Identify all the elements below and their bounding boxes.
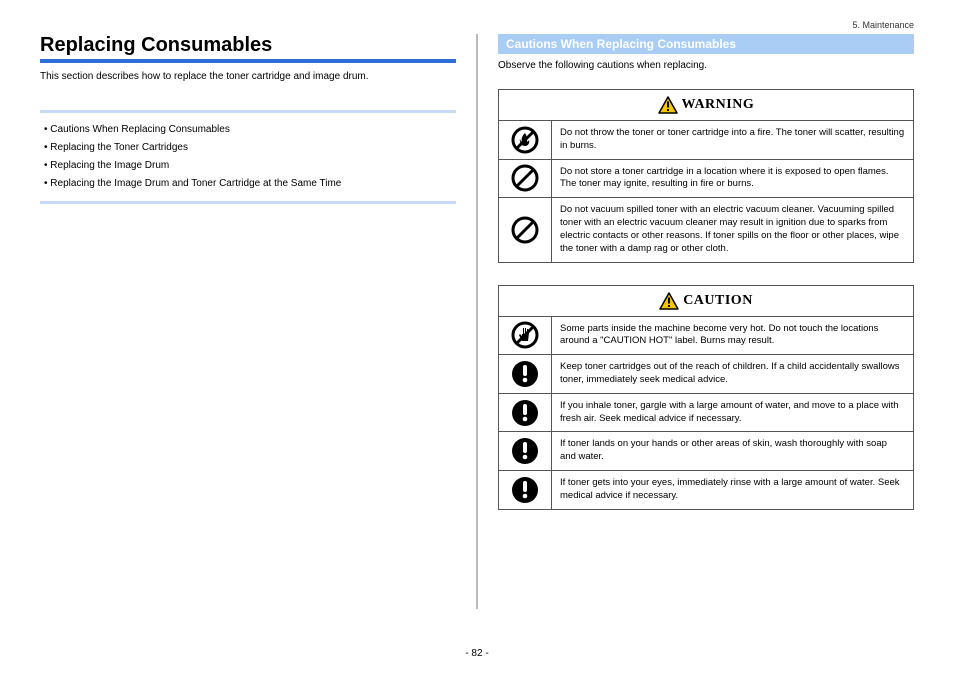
toc-top-rule <box>40 110 456 113</box>
caution-text: If you inhale toner, gargle with a large… <box>552 393 914 432</box>
toc-bottom-rule <box>40 201 456 204</box>
table-row: If you inhale toner, gargle with a large… <box>499 393 914 432</box>
toc-item[interactable]: Cautions When Replacing Consumables <box>44 121 456 139</box>
table-row: Do not vacuum spilled toner with an elec… <box>499 198 914 262</box>
toc-item[interactable]: Replacing the Image Drum and Toner Cartr… <box>44 175 456 193</box>
toc-item[interactable]: Replacing the Image Drum <box>44 157 456 175</box>
warning-text: Do not store a toner cartridge in a loca… <box>552 159 914 198</box>
warning-header: WARNING <box>499 90 914 121</box>
warning-table: WARNING Do not throw the toner or toner … <box>498 89 914 263</box>
table-row: Do not store a toner cartridge in a loca… <box>499 159 914 198</box>
chapter-label: 5. Maintenance <box>40 20 914 30</box>
prohibit-icon <box>511 216 539 244</box>
prohibit-icon <box>511 164 539 192</box>
caution-text: If toner lands on your hands or other ar… <box>552 432 914 471</box>
caution-label: CAUTION <box>683 293 753 308</box>
warning-label: WARNING <box>682 97 755 112</box>
exclaim-icon <box>511 360 539 388</box>
caution-header: CAUTION <box>499 285 914 316</box>
section-title: Cautions When Replacing Consumables <box>498 34 914 54</box>
page-number: - 82 - <box>0 648 954 659</box>
table-row: Keep toner cartridges out of the reach o… <box>499 355 914 394</box>
table-row: Do not throw the toner or toner cartridg… <box>499 121 914 160</box>
table-row: Some parts inside the machine become ver… <box>499 316 914 355</box>
toc-list: Cautions When Replacing Consumables Repl… <box>40 121 456 193</box>
title-underline <box>40 59 456 63</box>
caution-text: If toner gets into your eyes, immediatel… <box>552 471 914 510</box>
table-row: If toner gets into your eyes, immediatel… <box>499 471 914 510</box>
caution-text: Some parts inside the machine become ver… <box>552 316 914 355</box>
warning-text: Do not throw the toner or toner cartridg… <box>552 121 914 160</box>
caution-text: Keep toner cartridges out of the reach o… <box>552 355 914 394</box>
fire-prohibit-icon <box>511 126 539 154</box>
toc-item[interactable]: Replacing the Toner Cartridges <box>44 139 456 157</box>
exclaim-icon <box>511 437 539 465</box>
exclaim-icon <box>511 399 539 427</box>
exclaim-icon <box>511 476 539 504</box>
warning-triangle-icon <box>658 96 678 114</box>
intro-text: This section describes how to replace th… <box>40 71 456 82</box>
page-title: Replacing Consumables <box>40 34 456 57</box>
warning-triangle-icon <box>659 292 679 310</box>
section-note: Observe the following cautions when repl… <box>498 60 914 71</box>
warning-text: Do not vacuum spilled toner with an elec… <box>552 198 914 262</box>
caution-table: CAUTION Some parts inside the machine be… <box>498 285 914 510</box>
hand-prohibit-icon <box>511 321 539 349</box>
table-row: If toner lands on your hands or other ar… <box>499 432 914 471</box>
